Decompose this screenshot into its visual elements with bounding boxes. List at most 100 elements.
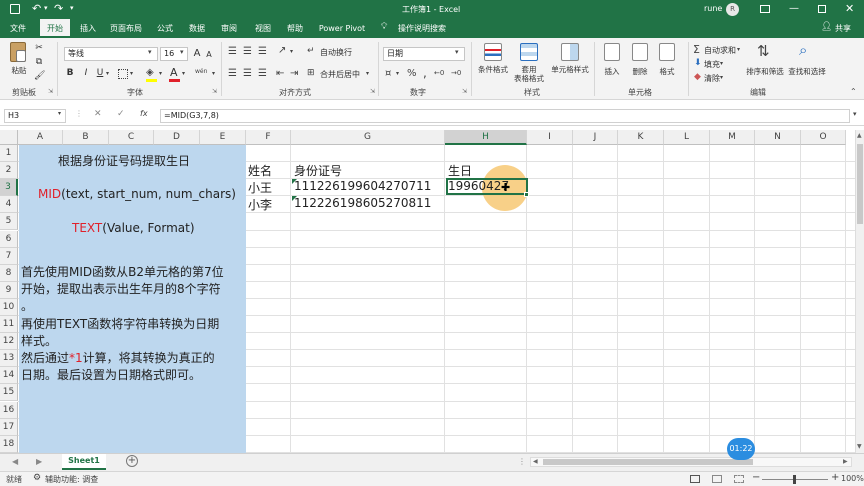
tab-view[interactable]: 视图 (250, 19, 276, 38)
horizontal-scrollbar[interactable]: ◀ ▶ (530, 457, 852, 467)
fill-icon[interactable]: ⬇ (694, 58, 702, 68)
vertical-scrollbar[interactable]: ▲ ▼ (855, 130, 864, 453)
cancel-formula-icon[interactable]: ✕ (94, 109, 102, 119)
comma-button[interactable]: , (423, 66, 427, 80)
save-icon[interactable] (10, 4, 20, 14)
row-header-5[interactable]: 5 (0, 213, 18, 231)
page-layout-view-icon[interactable] (712, 475, 722, 483)
number-launcher-icon[interactable]: ⇲ (462, 88, 467, 95)
column-header-B[interactable]: B (63, 130, 109, 145)
align-bottom-icon[interactable]: ☰ (258, 46, 267, 57)
select-all-corner[interactable] (0, 130, 18, 145)
prev-sheet-icon[interactable]: ◀ (12, 457, 18, 466)
decrease-indent-icon[interactable]: ⇤ (276, 68, 284, 79)
tell-me-search[interactable]: 操作说明搜索 (396, 19, 448, 38)
delete-cells-button[interactable]: 删除 (628, 67, 652, 76)
clear-dropdown-icon[interactable]: ▾ (720, 74, 723, 81)
column-header-I[interactable]: I (527, 130, 573, 145)
next-sheet-icon[interactable]: ▶ (36, 457, 42, 466)
row-header-2[interactable]: 2 (0, 162, 18, 180)
formula-input[interactable]: =MID(G3,7,8) (160, 109, 850, 123)
row-header-16[interactable]: 16 (0, 401, 18, 419)
column-header-M[interactable]: M (710, 130, 755, 145)
find-select-button[interactable]: 查找和选择 (787, 67, 827, 76)
insert-function-button[interactable]: fx (140, 109, 148, 118)
column-header-H[interactable]: H (445, 130, 527, 145)
zoom-slider-thumb[interactable] (793, 475, 796, 484)
delete-cells-icon[interactable] (632, 43, 648, 61)
merge-center-button[interactable]: 合并后居中 (320, 69, 360, 80)
tab-data[interactable]: 数据 (184, 19, 210, 38)
tab-power-pivot[interactable]: Power Pivot (316, 19, 368, 38)
row-header-10[interactable]: 10 (0, 298, 18, 316)
sheet-tab-sheet1[interactable]: Sheet1 (62, 454, 106, 470)
number-format-select[interactable]: 日期 (383, 47, 465, 61)
header-birthday[interactable]: 生日 (448, 162, 472, 179)
underline-button[interactable]: U (94, 67, 106, 80)
cell-styles-button[interactable]: 单元格样式 (550, 65, 590, 74)
phonetic-dropdown-icon[interactable]: ▾ (212, 70, 215, 77)
header-name[interactable]: 姓名 (248, 162, 272, 179)
undo-icon[interactable]: ↶ (32, 2, 41, 15)
name-box[interactable]: H3 (4, 109, 66, 123)
decrease-decimal-icon[interactable]: →0 (451, 69, 461, 77)
align-right-icon[interactable]: ☰ (258, 68, 267, 79)
add-sheet-icon[interactable]: + (126, 455, 138, 467)
splitter-icon[interactable]: ⋮ (75, 109, 83, 118)
font-name-select[interactable]: 等线 (64, 47, 158, 61)
zoom-level[interactable]: 100% (841, 474, 864, 483)
row-header-3[interactable]: 3 (0, 179, 18, 197)
cut-icon[interactable]: ✂ (34, 42, 44, 55)
merge-dropdown-icon[interactable]: ▾ (366, 70, 369, 77)
alignment-launcher-icon[interactable]: ⇲ (370, 88, 375, 95)
column-header-K[interactable]: K (618, 130, 664, 145)
column-header-G[interactable]: G (291, 130, 445, 145)
vertical-scroll-thumb[interactable] (857, 144, 863, 224)
row-header-12[interactable]: 12 (0, 333, 18, 351)
column-header-L[interactable]: L (664, 130, 710, 145)
autosum-icon[interactable]: Σ (693, 43, 700, 56)
scroll-up-icon[interactable]: ▲ (857, 132, 862, 139)
font-color-dropdown-icon[interactable]: ▾ (182, 70, 185, 77)
normal-view-icon[interactable] (690, 475, 700, 483)
borders-icon[interactable] (118, 69, 128, 79)
merge-center-icon[interactable]: ⊞ (307, 68, 315, 78)
shrink-font-button[interactable]: A (204, 48, 214, 61)
accessibility-status[interactable]: 辅助功能: 调查 (45, 474, 98, 485)
align-left-icon[interactable]: ☰ (228, 68, 237, 79)
expand-formula-icon[interactable]: ▾ (853, 110, 857, 118)
increase-decimal-icon[interactable]: ←0 (434, 69, 444, 77)
fill-color-icon[interactable]: ◈ (146, 67, 154, 78)
phonetic-button[interactable]: wén (195, 68, 207, 75)
fill-button[interactable]: 填充 (704, 59, 720, 70)
row-header-17[interactable]: 17 (0, 418, 18, 436)
autosum-dropdown-icon[interactable]: ▾ (737, 46, 740, 53)
scroll-down-icon[interactable]: ▼ (857, 443, 862, 450)
column-header-N[interactable]: N (755, 130, 801, 145)
paste-button[interactable]: 粘贴 (8, 66, 30, 75)
scroll-right-icon[interactable]: ▶ (843, 458, 848, 465)
row2-name[interactable]: 小李 (248, 196, 272, 213)
insert-cells-icon[interactable] (604, 43, 620, 61)
column-header-J[interactable]: J (573, 130, 618, 145)
sort-filter-icon[interactable]: ⇅ (757, 42, 770, 60)
redo-icon[interactable]: ↷ (54, 2, 63, 15)
customize-toolbar-icon[interactable]: ▾ (70, 4, 74, 12)
align-middle-icon[interactable]: ☰ (243, 46, 252, 57)
wrap-text-icon[interactable]: ↵ (307, 46, 315, 56)
conditional-format-icon[interactable] (484, 43, 502, 61)
find-select-icon[interactable]: ⌕ (799, 41, 807, 59)
row2-id[interactable]: 112226198605270811 (294, 196, 431, 210)
page-break-view-icon[interactable] (734, 475, 744, 483)
fill-handle[interactable] (524, 192, 529, 197)
row-header-6[interactable]: 6 (0, 230, 18, 248)
conditional-format-button[interactable]: 条件格式 (474, 65, 512, 74)
row1-name[interactable]: 小王 (248, 179, 272, 196)
avatar[interactable]: R (726, 3, 739, 16)
row-header-1[interactable]: 1 (0, 145, 18, 163)
copy-icon[interactable]: ⧉ (34, 56, 44, 69)
zoom-out-icon[interactable]: − (752, 472, 760, 483)
sort-filter-button[interactable]: 排序和筛选 (745, 67, 785, 76)
font-color-icon[interactable]: A (170, 66, 178, 79)
scroll-left-icon[interactable]: ◀ (533, 458, 538, 465)
